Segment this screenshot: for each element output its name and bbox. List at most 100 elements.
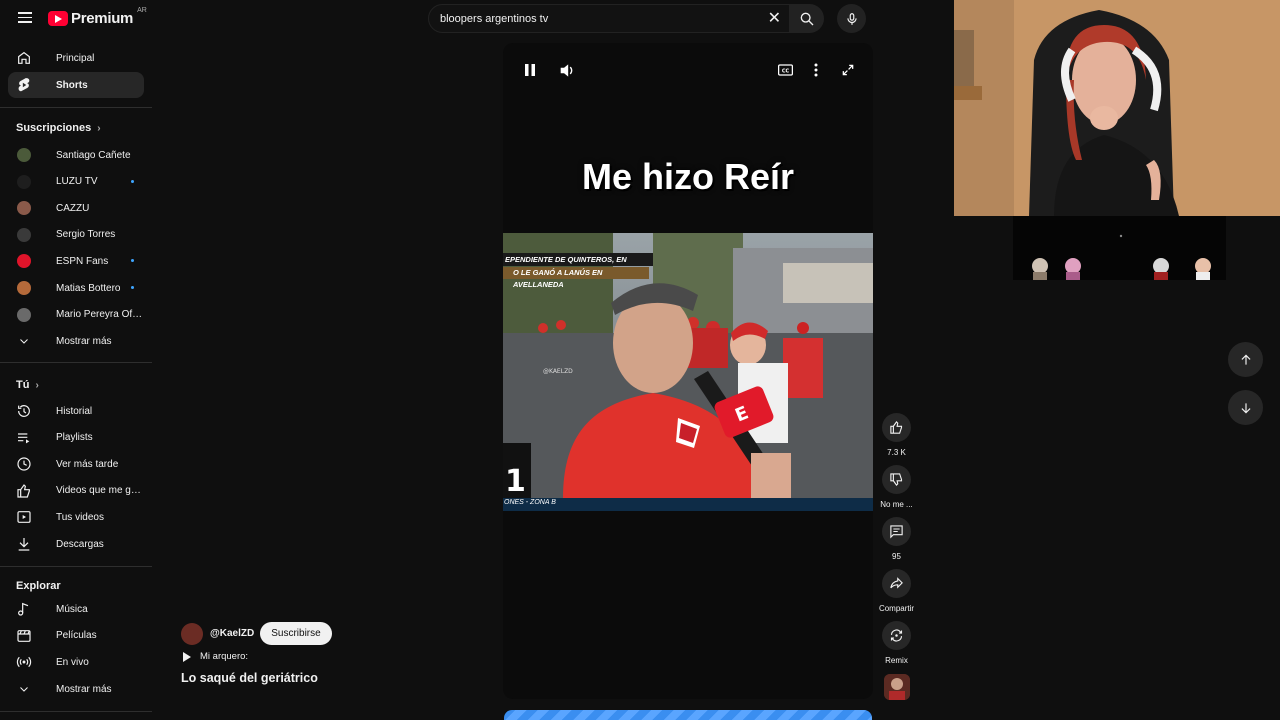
playlists-icon: [16, 430, 32, 446]
sidebar-item-videos-que-me-gus-[interactable]: Videos que me gus...: [8, 478, 144, 504]
remix-label: Remix: [885, 656, 908, 665]
sidebar-item-label: Descargas: [56, 538, 104, 550]
remix-button[interactable]: [882, 621, 911, 650]
video-frame[interactable]: E 1 @KAELZD EPENDIENTE DE QUINTEROS, EN …: [503, 233, 873, 511]
sidebar-item-historial[interactable]: Historial: [8, 398, 144, 424]
sidebar-item-m-sica[interactable]: Música: [8, 596, 144, 622]
dislike-button[interactable]: [882, 465, 911, 494]
more-vert-icon: [814, 63, 818, 77]
channel-row: @KaelZD Suscribirse: [181, 622, 332, 645]
like-button[interactable]: [882, 413, 911, 442]
volume-button[interactable]: [557, 60, 577, 80]
film-icon: [16, 628, 32, 644]
subscription-luzu-tv[interactable]: LUZU TV: [8, 169, 144, 195]
fullscreen-button[interactable]: [838, 60, 858, 80]
channel-avatar: [16, 147, 32, 163]
search-box[interactable]: bloopers argentinos tv ✕: [428, 4, 790, 33]
sound-link[interactable]: Mi arquero:: [183, 651, 248, 662]
short-title[interactable]: Lo saqué del geriátrico: [181, 671, 318, 685]
your-videos-icon: [16, 509, 32, 525]
sidebar-item-label: Tus videos: [56, 511, 104, 523]
shorts-icon: [16, 77, 32, 93]
sidebar-item-label: Santiago Cañete: [56, 149, 131, 161]
search-button[interactable]: [790, 4, 824, 33]
captions-icon: CC: [777, 64, 793, 76]
you-heading[interactable]: Tú ›: [16, 379, 39, 391]
sidebar-item-shorts[interactable]: Shorts: [8, 72, 144, 98]
sidebar-item-label: Mario Pereyra Oficial: [56, 309, 144, 321]
channel-avatar[interactable]: [181, 622, 203, 645]
logo-text: Premium: [71, 10, 134, 27]
clear-icon[interactable]: ✕: [768, 11, 781, 27]
subscription-sergio-torres[interactable]: Sergio Torres: [8, 222, 144, 248]
pause-button[interactable]: [520, 60, 540, 80]
sidebar-item-label: Películas: [56, 630, 97, 642]
channel-avatar: [16, 227, 32, 243]
svg-text:1: 1: [505, 464, 526, 498]
more-options-button[interactable]: [806, 60, 826, 80]
divider: [0, 711, 152, 712]
sidebar-item-label: Playlists: [56, 432, 93, 444]
overlay-strip: [1013, 216, 1226, 280]
sidebar-item-ver-m-s-tarde[interactable]: Ver más tarde: [8, 451, 144, 477]
share-button[interactable]: [882, 569, 911, 598]
thumb-up-icon: [16, 483, 32, 499]
menu-icon[interactable]: [14, 9, 36, 29]
explore-show-more[interactable]: Mostrar más: [8, 676, 144, 702]
channel-name[interactable]: @KaelZD: [210, 628, 254, 639]
new-content-dot: [131, 286, 134, 289]
news-banner-bottom: O LE GANÓ A LANÚS EN AVELLANEDA: [503, 267, 649, 289]
subscription-cazzu[interactable]: CAZZU: [8, 195, 144, 221]
chevron-down-icon: [16, 681, 32, 697]
captions-button[interactable]: CC: [775, 60, 795, 80]
chevron-right-icon: ›: [35, 379, 39, 391]
next-short-preview[interactable]: [504, 710, 872, 720]
comments-button[interactable]: [882, 517, 911, 546]
music-icon: [16, 601, 32, 617]
sidebar: Principal Shorts Suscripciones › Santiago…: [0, 44, 152, 720]
svg-text:CC: CC: [781, 69, 789, 75]
sidebar-item-en-vivo[interactable]: En vivo: [8, 649, 144, 675]
search-icon: [800, 12, 814, 25]
fullscreen-icon: [842, 64, 854, 76]
subscriptions-show-more[interactable]: Mostrar más: [8, 328, 144, 354]
sidebar-item-label: LUZU TV: [56, 176, 98, 188]
sidebar-item-label: CAZZU: [56, 202, 90, 214]
chevron-right-icon: ›: [97, 122, 101, 134]
sidebar-item-label: Principal: [56, 52, 95, 64]
subscription-espn-fans[interactable]: ESPN Fans: [8, 248, 144, 274]
sidebar-item-playlists[interactable]: Playlists: [8, 425, 144, 451]
subscription-matias-bottero[interactable]: Matias Bottero: [8, 275, 144, 301]
voice-search-button[interactable]: [837, 4, 866, 33]
logo-region: AR: [137, 7, 147, 14]
sidebar-item-pel-culas[interactable]: Películas: [8, 623, 144, 649]
dislike-label: No me ...: [880, 500, 913, 509]
sidebar-item-label: Ver más tarde: [56, 458, 119, 470]
youtube-play-icon: [48, 11, 68, 26]
you-title: Tú: [16, 379, 30, 391]
show-more-label: Mostrar más: [56, 683, 112, 695]
subscription-santiago-ca-ete[interactable]: Santiago Cañete: [8, 142, 144, 168]
like-count: 7.3 K: [887, 448, 906, 457]
channel-avatar: [16, 280, 32, 296]
clock-icon: [16, 456, 32, 472]
news-ticker: ONES - ZONA B: [503, 498, 873, 511]
sound-thumbnail[interactable]: [884, 674, 910, 700]
sidebar-item-tus-videos[interactable]: Tus videos: [8, 504, 144, 530]
youtube-premium-logo[interactable]: Premium AR: [48, 7, 147, 27]
subscription-mario-pereyra-oficial[interactable]: Mario Pereyra Oficial: [8, 302, 144, 328]
share-icon: [890, 577, 903, 589]
subscribe-button[interactable]: Suscribirse: [260, 622, 332, 645]
next-short-button[interactable]: [1228, 390, 1263, 425]
sidebar-item-descargas[interactable]: Descargas: [8, 531, 144, 557]
search-input[interactable]: bloopers argentinos tv: [440, 13, 548, 25]
subscriptions-heading[interactable]: Suscripciones ›: [16, 122, 101, 134]
live-icon: [16, 654, 32, 670]
news-banner-top: EPENDIENTE DE QUINTEROS, EN RACHA: [503, 253, 653, 277]
sidebar-item-label: En vivo: [56, 656, 89, 668]
youtube-shorts-page: Premium AR bloopers argentinos tv ✕ Prin…: [0, 0, 1280, 720]
short-player[interactable]: CC Me hizo Reír E 1 @KAELZD EPENDIENTE D…: [503, 43, 873, 699]
divider: [0, 107, 152, 108]
sidebar-item-principal[interactable]: Principal: [8, 45, 144, 71]
previous-short-button[interactable]: [1228, 342, 1263, 377]
